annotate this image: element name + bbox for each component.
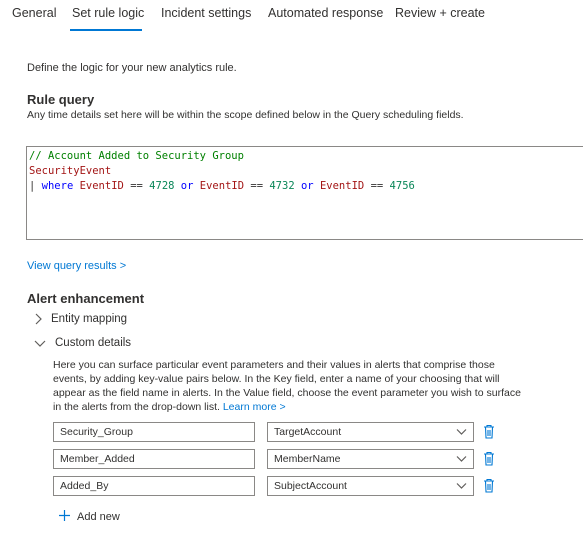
add-new-button[interactable]: Add new [58, 509, 120, 525]
value-dropdown-selected: MemberName [274, 453, 341, 465]
value-dropdown-selected: SubjectAccount [274, 480, 347, 492]
code-table: SecurityEvent [29, 165, 112, 177]
code-operator: == [370, 180, 384, 192]
key-field[interactable]: Added_By [53, 476, 255, 496]
value-dropdown[interactable]: MemberName [267, 449, 474, 469]
custom-details-toggle[interactable]: Custom details [34, 337, 131, 349]
code-keyword-or: or [300, 180, 314, 192]
entity-mapping-toggle[interactable]: Entity mapping [34, 313, 127, 325]
code-keyword-where: where [41, 180, 74, 192]
code-operator: == [130, 180, 143, 192]
trash-icon[interactable] [483, 451, 497, 467]
code-keyword-or: or [180, 180, 194, 192]
chevron-right-icon [34, 313, 42, 325]
rule-query-heading: Rule query [27, 92, 95, 107]
key-field[interactable]: Member_Added [53, 449, 255, 469]
entity-mapping-label: Entity mapping [51, 313, 128, 325]
chevron-down-icon [34, 339, 46, 347]
alert-enhancement-heading: Alert enhancement [27, 291, 145, 306]
code-field: EventID [319, 180, 365, 192]
chevron-down-icon [456, 454, 467, 466]
custom-details-description: Here you can surface particular event pa… [53, 358, 523, 414]
learn-more-link[interactable]: Learn more > [223, 401, 286, 413]
query-editor[interactable]: // Account Added to Security Group Secur… [26, 146, 583, 240]
trash-icon[interactable] [483, 478, 497, 494]
value-dropdown[interactable]: SubjectAccount [267, 476, 474, 496]
chevron-down-icon [456, 481, 467, 493]
code-number: 4732 [269, 180, 295, 192]
tab-general[interactable]: General [12, 6, 56, 20]
key-field[interactable]: Security_Group [53, 422, 255, 442]
custom-details-label: Custom details [55, 337, 132, 349]
custom-details-text: Here you can surface particular event pa… [53, 359, 521, 413]
tab-automated-response[interactable]: Automated response [268, 6, 383, 20]
trash-icon[interactable] [483, 424, 497, 440]
plus-icon [58, 509, 71, 525]
active-tab-indicator [70, 29, 142, 31]
code-number: 4756 [389, 180, 415, 192]
tab-set-rule-logic[interactable]: Set rule logic [72, 6, 144, 20]
code-comment: // Account Added to Security Group [29, 150, 244, 162]
add-new-label: Add new [77, 511, 120, 523]
code-operator: == [250, 180, 264, 192]
code-pipe: | [29, 180, 42, 192]
value-dropdown[interactable]: TargetAccount [267, 422, 474, 442]
chevron-down-icon [456, 427, 467, 439]
intro-text: Define the logic for your new analytics … [27, 62, 237, 74]
rule-query-subtext: Any time details set here will be within… [27, 109, 464, 121]
code-number: 4728 [149, 180, 175, 192]
tab-incident-settings[interactable]: Incident settings [161, 6, 251, 20]
view-query-results-link[interactable]: View query results > [27, 260, 126, 272]
value-dropdown-selected: TargetAccount [274, 426, 342, 438]
wizard-tabs: General Set rule logic Incident settings… [0, 0, 583, 36]
tab-review-create[interactable]: Review + create [395, 6, 485, 20]
code-field: EventID [199, 180, 245, 192]
code-field: EventID [79, 180, 124, 192]
